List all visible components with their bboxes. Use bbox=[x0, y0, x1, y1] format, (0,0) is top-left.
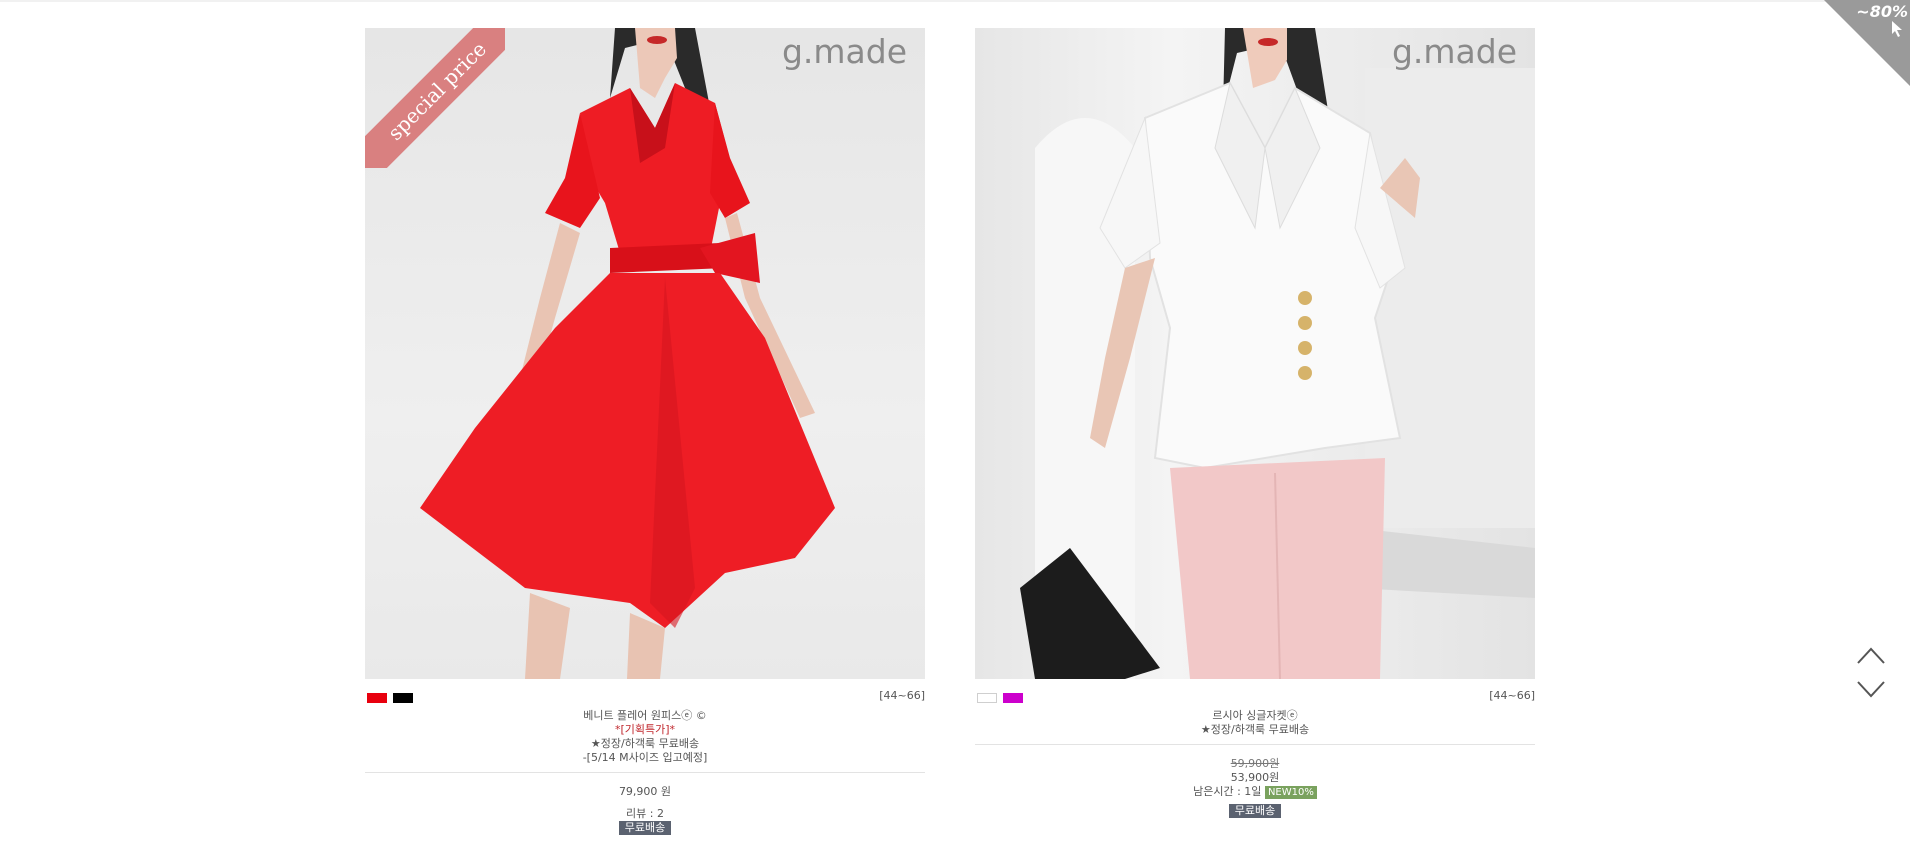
product-info: 베니트 플레어 원피스ⓔ © *[기획특가]* ★정장/하객룩 무료배송 -[5… bbox=[365, 709, 925, 765]
divider bbox=[365, 772, 925, 773]
scroll-to-bottom-button[interactable] bbox=[1856, 680, 1886, 700]
scroll-to-top-button[interactable] bbox=[1856, 645, 1886, 665]
special-price-ribbon: special price bbox=[365, 28, 505, 168]
price-box: 79,900 원 리뷰 : 2 무료배송 bbox=[365, 785, 925, 835]
top-border bbox=[0, 0, 1910, 2]
free-shipping-badge: 무료배송 bbox=[618, 821, 672, 835]
product-card-jacket[interactable]: g.made [44~66] 르시아 싱글자켓ⓔ ★정장/하객룩 무료배송 59… bbox=[975, 28, 1535, 818]
sale-price: 53,900원 bbox=[1230, 771, 1280, 784]
product-card-dress[interactable]: g.made special price [44~66] 베니트 플레어 원피스… bbox=[365, 28, 925, 835]
shipping-note: ★정장/하객룩 무료배송 bbox=[1200, 723, 1310, 736]
chevron-up-icon bbox=[1857, 647, 1885, 664]
product-image[interactable]: g.made special price bbox=[365, 28, 925, 679]
color-swatch-white[interactable] bbox=[977, 693, 997, 703]
original-price: 59,900원 bbox=[1230, 757, 1280, 770]
brand-logo: g.made bbox=[1391, 32, 1517, 71]
size-range: [44~66] bbox=[879, 689, 925, 702]
product-meta: [44~66] bbox=[365, 687, 925, 709]
size-range: [44~66] bbox=[1489, 689, 1535, 702]
product-name[interactable]: 베니트 플레어 원피스ⓔ © bbox=[365, 709, 925, 723]
zoom-percent: ~80% bbox=[1856, 2, 1908, 21]
brand-logo: g.made bbox=[781, 32, 907, 71]
color-swatch-red[interactable] bbox=[367, 693, 387, 703]
time-left-row: 남은시간 : 1일 NEW10% bbox=[975, 785, 1535, 799]
ribbon-text: special price bbox=[365, 28, 505, 168]
color-swatch-magenta[interactable] bbox=[1003, 693, 1023, 703]
divider bbox=[975, 744, 1535, 745]
price: 79,900 원 bbox=[618, 785, 672, 798]
discount-badge: NEW10% bbox=[1264, 786, 1317, 799]
shipping-note: ★정장/하객룩 무료배송 bbox=[590, 737, 700, 750]
price-box: 59,900원 53,900원 남은시간 : 1일 NEW10% 무료배송 bbox=[975, 757, 1535, 818]
chevron-down-icon bbox=[1857, 681, 1885, 698]
time-left: 남은시간 : 1일 bbox=[1193, 785, 1262, 798]
product-image[interactable]: g.made bbox=[975, 28, 1535, 679]
pointer-cursor-icon bbox=[1892, 21, 1902, 37]
product-meta: [44~66] bbox=[975, 687, 1535, 709]
white-jacket-illustration bbox=[1020, 28, 1535, 679]
free-shipping-badge: 무료배송 bbox=[1228, 804, 1282, 818]
review-count[interactable]: 리뷰 : 2 bbox=[365, 807, 925, 821]
zoom-corner-badge[interactable]: ~80% bbox=[1824, 0, 1910, 86]
promo-text: *[기획특가]* bbox=[614, 723, 676, 736]
product-name[interactable]: 르시아 싱글자켓ⓔ bbox=[975, 709, 1535, 723]
color-swatch-black[interactable] bbox=[393, 693, 413, 703]
restock-note: -[5/14 M사이즈 입고예정] bbox=[582, 751, 708, 764]
product-info: 르시아 싱글자켓ⓔ ★정장/하객룩 무료배송 bbox=[975, 709, 1535, 737]
